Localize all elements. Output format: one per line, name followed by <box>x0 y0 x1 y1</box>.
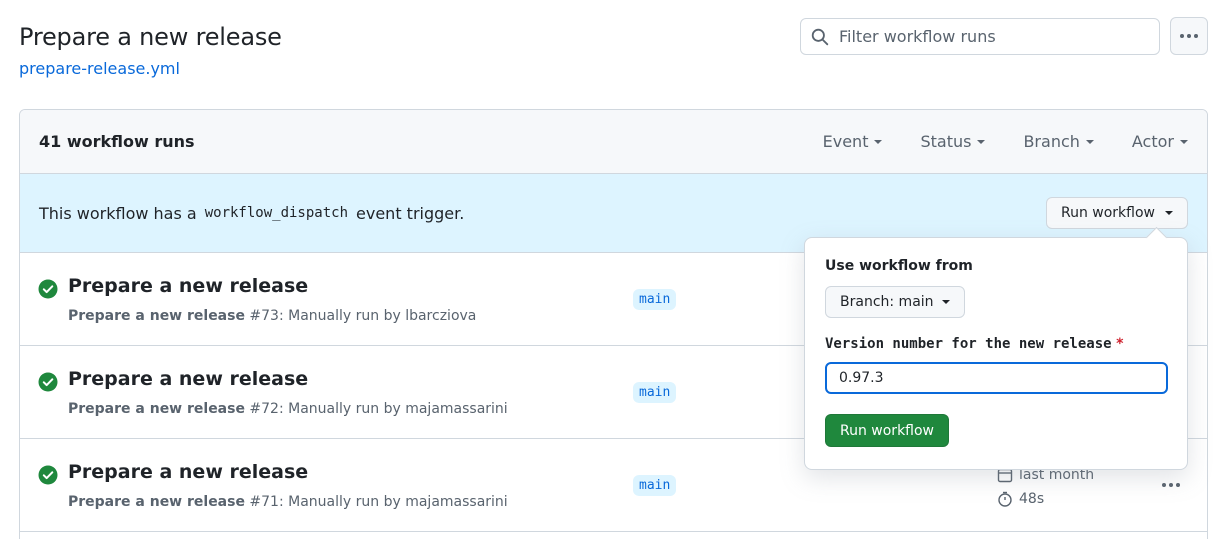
page-title: Prepare a new release <box>19 23 282 51</box>
run-subtitle: Prepare a new release #73: Manually run … <box>68 308 477 324</box>
runs-header: 41 workflow runs Event Status Branch Act… <box>20 110 1207 174</box>
success-check-icon <box>38 372 58 392</box>
search-icon <box>811 28 829 46</box>
run-workflow-dropdown-button[interactable]: Run workflow <box>1045 197 1188 229</box>
workflow-file-link[interactable]: prepare-release.yml <box>19 59 180 78</box>
run-workflow-popover: Use workflow from Branch: main Version n… <box>804 237 1188 470</box>
stopwatch-icon <box>998 491 1012 507</box>
run-title[interactable]: Prepare a new release <box>68 275 308 297</box>
filter-runs-search[interactable] <box>800 18 1160 55</box>
search-input[interactable] <box>839 27 1139 46</box>
branch-label[interactable]: main <box>633 289 677 310</box>
dispatch-text-before: This workflow has a <box>39 203 197 223</box>
run-subtitle: Prepare a new release #71: Manually run … <box>68 494 508 510</box>
dispatch-text-after: event trigger. <box>356 203 465 223</box>
success-check-icon <box>38 279 58 299</box>
caret-down-icon <box>1180 139 1188 144</box>
run-subtitle: Prepare a new release #72: Manually run … <box>68 401 508 417</box>
run-title[interactable]: Prepare a new release <box>68 461 308 483</box>
version-input[interactable] <box>825 362 1168 394</box>
kebab-icon <box>1162 483 1166 487</box>
caret-down-icon <box>1165 211 1173 215</box>
more-options-button[interactable] <box>1170 17 1208 55</box>
kebab-icon <box>1180 34 1184 38</box>
run-workflow-submit-button[interactable]: Run workflow <box>825 414 950 447</box>
branch-label[interactable]: main <box>633 475 677 496</box>
popover-heading: Use workflow from <box>825 258 973 274</box>
caret-down-icon <box>874 139 883 144</box>
run-options-button[interactable] <box>1162 483 1180 487</box>
dispatch-code: workflow_dispatch <box>204 205 349 221</box>
filter-bar: Event Status Branch Actor <box>823 132 1188 151</box>
caret-down-icon <box>977 139 986 144</box>
filter-event[interactable]: Event <box>823 132 883 151</box>
filter-actor[interactable]: Actor <box>1132 132 1188 151</box>
filter-status[interactable]: Status <box>920 132 986 151</box>
caret-down-icon <box>1085 139 1094 144</box>
branch-select-button[interactable]: Branch: main <box>825 286 965 318</box>
caret-down-icon <box>941 300 950 304</box>
run-title[interactable]: Prepare a new release <box>68 368 308 390</box>
version-field-label: Version number for the new release * <box>825 336 1125 352</box>
required-mark: * <box>1115 336 1125 352</box>
run-duration: 48s <box>997 491 1044 507</box>
filter-branch[interactable]: Branch <box>1023 132 1094 151</box>
runs-count: 41 workflow runs <box>39 132 195 151</box>
success-check-icon <box>38 465 58 485</box>
branch-label[interactable]: main <box>633 382 677 403</box>
